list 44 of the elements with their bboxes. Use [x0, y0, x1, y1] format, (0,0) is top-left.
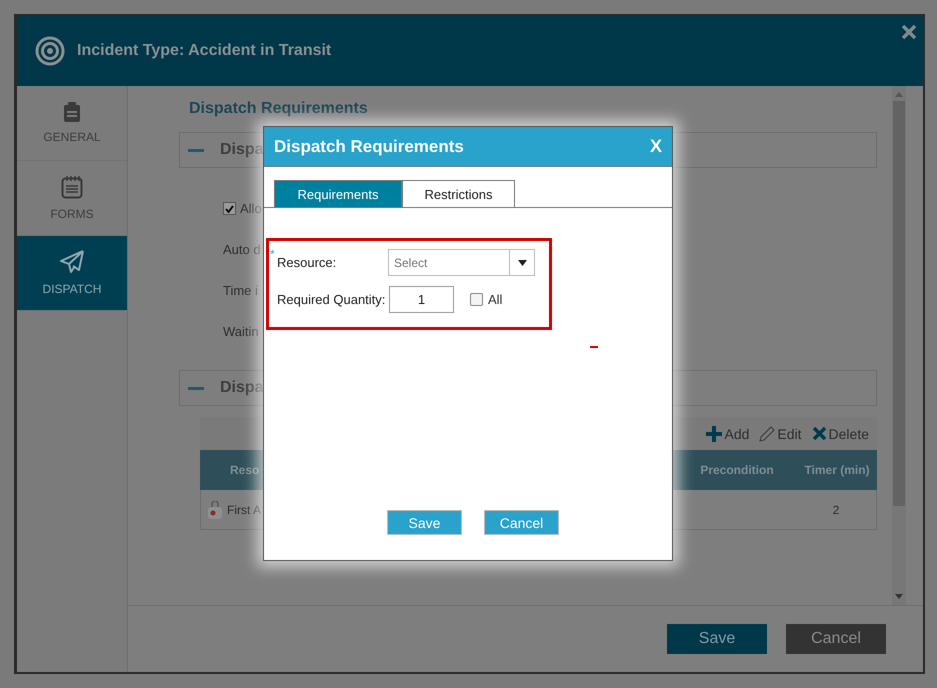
target-icon [35, 36, 65, 66]
close-icon[interactable] [901, 24, 917, 40]
select-dropdown[interactable]: Select [388, 249, 535, 276]
sidebar-item[interactable]: GENERAL [17, 86, 127, 161]
plus-icon [706, 426, 722, 442]
tab[interactable]: Restrictions [402, 180, 515, 207]
quantity-field[interactable]: 1 [389, 286, 454, 313]
field-label: Required Quantity: [277, 292, 386, 307]
close-button[interactable]: X [650, 136, 662, 157]
scroll-up-icon[interactable] [895, 92, 903, 97]
checkbox-label: All [488, 292, 502, 307]
modal-title: Dispatch Requirements [274, 136, 464, 156]
save-button[interactable]: Save [387, 510, 462, 535]
tab[interactable]: Requirements [274, 180, 402, 207]
minus-icon [188, 386, 204, 390]
cancel-button[interactable]: Cancel [484, 510, 559, 535]
close-icon [812, 426, 827, 441]
clipboard-icon [63, 102, 81, 122]
scrollbar[interactable] [892, 86, 906, 605]
toolbar-button[interactable]: Add [706, 426, 750, 442]
cancel-button[interactable]: Cancel [786, 624, 886, 654]
save-button[interactable]: Save [667, 624, 767, 654]
column-header: Precondition [699, 463, 775, 477]
field-label: Resource: [277, 255, 338, 270]
minus-icon [188, 148, 204, 152]
sidebar-item[interactable]: DISPATCH [17, 236, 127, 311]
checkbox-label: Allo [240, 201, 262, 216]
scroll-down-icon[interactable] [895, 594, 903, 599]
window-title: Incident Type: Accident in Transit [77, 42, 332, 60]
column-header: Timer (min) [803, 463, 871, 477]
field-label: Waitin [223, 324, 259, 339]
toolbar-button[interactable]: Edit [759, 426, 802, 442]
checkbox[interactable] [470, 293, 483, 306]
table-cell: First A [227, 502, 262, 516]
notepad-icon [61, 175, 83, 199]
required-mark: * [270, 247, 275, 261]
field-label: Auto d [223, 242, 261, 257]
page-heading: Dispatch Requirements [189, 100, 369, 118]
pencil-icon [759, 426, 776, 442]
paper-plane-icon [59, 250, 85, 274]
table-cell-text: 2 [832, 502, 840, 516]
toolbar-button[interactable]: Delete [812, 426, 869, 442]
checkbox[interactable] [223, 202, 236, 215]
caret-icon [518, 260, 526, 266]
